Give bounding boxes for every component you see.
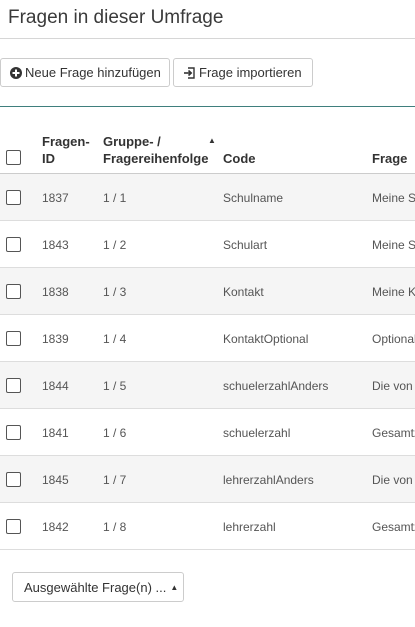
cell-question-id: 1839	[42, 332, 69, 346]
table-row[interactable]: 1837 1 / 1 Schulname Meine S	[0, 174, 415, 221]
cell-group-order: 1 / 1	[103, 191, 127, 205]
page-title: Fragen in dieser Umfrage	[8, 7, 224, 28]
plus-circle-icon	[10, 66, 22, 79]
cell-code: Schulname	[223, 191, 284, 205]
cell-code: KontaktOptional	[223, 332, 309, 346]
cell-code: Kontakt	[223, 285, 264, 299]
cell-group-order: 1 / 4	[103, 332, 127, 346]
cell-question-text: Gesamtz	[372, 426, 415, 440]
cell-code: Schulart	[223, 238, 268, 252]
cell-group-order: 1 / 3	[103, 285, 127, 299]
title-divider	[0, 38, 415, 39]
cell-question-text: Meine S	[372, 238, 415, 252]
cell-code: lehrerzahlAnders	[223, 473, 314, 487]
column-header-id-line2: ID	[42, 151, 55, 166]
cell-question-text: Meine S	[372, 191, 415, 205]
cell-question-text: Gesamtz	[372, 520, 415, 534]
row-checkbox[interactable]	[6, 378, 21, 393]
add-question-button[interactable]: Neue Frage hinzufügen	[0, 58, 170, 87]
cell-question-text: Meine K	[372, 285, 415, 299]
import-question-label: Frage importieren	[199, 65, 302, 80]
import-question-button[interactable]: Frage importieren	[173, 58, 313, 87]
selected-questions-label: Ausgewählte Frage(n) ...	[24, 579, 167, 595]
table-row[interactable]: 1842 1 / 8 lehrerzahl Gesamtz	[0, 503, 415, 550]
cell-group-order: 1 / 7	[103, 473, 127, 487]
cell-question-id: 1838	[42, 285, 69, 299]
cell-question-text: Die von	[372, 473, 413, 487]
column-header-id[interactable]: Fragen- ID	[42, 133, 90, 167]
cell-question-id: 1844	[42, 379, 69, 393]
sort-asc-icon[interactable]: ▲	[208, 136, 216, 145]
column-header-group-line1: Gruppe- /	[103, 134, 161, 149]
table-row[interactable]: 1841 1 / 6 schuelerzahl Gesamtz	[0, 409, 415, 456]
column-header-code[interactable]: Code	[223, 150, 256, 167]
cell-question-id: 1845	[42, 473, 69, 487]
cell-group-order: 1 / 8	[103, 520, 127, 534]
table-row[interactable]: 1845 1 / 7 lehrerzahlAnders Die von	[0, 456, 415, 503]
table-row[interactable]: 1843 1 / 2 Schulart Meine S	[0, 221, 415, 268]
cell-question-id: 1837	[42, 191, 69, 205]
row-checkbox[interactable]	[6, 472, 21, 487]
column-header-group-line2: Fragereihenfolge	[103, 151, 209, 166]
cell-question-id: 1843	[42, 238, 69, 252]
row-checkbox[interactable]	[6, 519, 21, 534]
cell-question-text: Optional	[372, 332, 415, 346]
column-header-group-order[interactable]: Gruppe- / Fragereihenfolge	[103, 133, 208, 167]
table-row[interactable]: 1838 1 / 3 Kontakt Meine K	[0, 268, 415, 315]
table-row[interactable]: 1844 1 / 5 schuelerzahlAnders Die von	[0, 362, 415, 409]
cell-question-id: 1842	[42, 520, 69, 534]
cell-group-order: 1 / 6	[103, 426, 127, 440]
import-icon	[183, 66, 196, 79]
row-checkbox[interactable]	[6, 284, 21, 299]
cell-question-id: 1841	[42, 426, 69, 440]
cell-group-order: 1 / 2	[103, 238, 127, 252]
row-checkbox[interactable]	[6, 237, 21, 252]
cell-code: lehrerzahl	[223, 520, 276, 534]
cell-code: schuelerzahl	[223, 426, 291, 440]
cell-code: schuelerzahlAnders	[223, 379, 329, 393]
row-checkbox[interactable]	[6, 190, 21, 205]
row-checkbox[interactable]	[6, 425, 21, 440]
select-all-checkbox[interactable]	[6, 150, 21, 165]
question-table-body: 1837 1 / 1 Schulname Meine S 1843 1 / 2 …	[0, 174, 415, 550]
row-checkbox[interactable]	[6, 331, 21, 346]
selected-questions-dropdown[interactable]: Ausgewählte Frage(n) ... ▲	[12, 572, 184, 602]
section-divider	[0, 106, 415, 107]
cell-question-text: Die von	[372, 379, 413, 393]
column-header-id-line1: Fragen-	[42, 134, 90, 149]
add-question-label: Neue Frage hinzufügen	[25, 65, 161, 80]
caret-up-icon: ▲	[170, 582, 179, 592]
cell-group-order: 1 / 5	[103, 379, 127, 393]
table-row[interactable]: 1839 1 / 4 KontaktOptional Optional	[0, 315, 415, 362]
column-header-frage[interactable]: Frage	[372, 150, 407, 167]
